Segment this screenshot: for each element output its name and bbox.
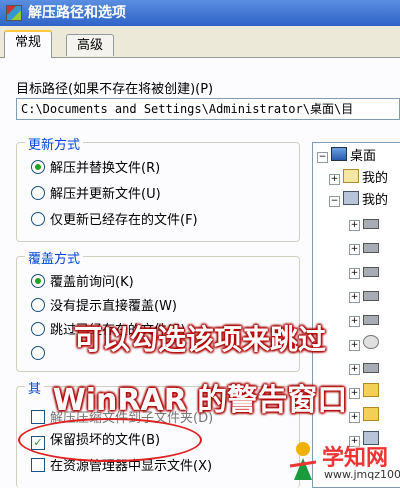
radio-update-existing[interactable]: 仅更新已经存在的文件(F) <box>31 211 198 231</box>
destination-label: 目标路径(如果不存在将被创建)(P) <box>16 82 214 97</box>
expand-icon[interactable]: + <box>349 292 360 303</box>
annotation-line-1: 可以勾选该项来跳过 <box>73 323 326 356</box>
drive-icon <box>363 363 379 373</box>
option-label: 解压并更新文件(U) <box>50 187 161 202</box>
option-label: 仅更新已经存在的文件(F) <box>50 213 198 228</box>
collapse-icon[interactable]: − <box>329 196 340 207</box>
tree-item-drive[interactable]: + <box>349 239 382 259</box>
winrar-icon <box>6 5 22 21</box>
folder-documents-icon <box>343 169 359 183</box>
update-mode-group: 更新方式 解压并替换文件(R) 解压并更新文件(U) 仅更新已经存在的文件(F) <box>16 134 300 242</box>
tree-item-drive[interactable]: + <box>349 287 382 307</box>
watermark-url: www.jmqz1000.com <box>322 468 400 481</box>
tree-label: 我的 <box>362 171 389 186</box>
destination-path-input[interactable]: C:\Documents and Settings\Administrator\… <box>16 98 400 120</box>
tree-item-desktop[interactable]: − 桌面 <box>317 147 376 167</box>
watermark-person-icon <box>289 442 317 480</box>
option-label: 覆盖前询问(K) <box>50 275 134 290</box>
radio-indicator <box>31 186 45 200</box>
desktop-icon <box>331 147 347 161</box>
radio-extract-update[interactable]: 解压并更新文件(U) <box>31 185 161 205</box>
tree-item-drive[interactable]: + <box>349 215 382 235</box>
expand-icon[interactable]: + <box>349 244 360 255</box>
tree-item-drive[interactable]: + <box>349 263 382 283</box>
tab-advanced[interactable]: 高级 <box>66 34 115 56</box>
title-bar[interactable]: 解压路径和选项 <box>0 0 400 26</box>
overwrite-mode-title: 覆盖方式 <box>25 248 84 267</box>
tab-strip: 常规 高级 <box>0 30 400 58</box>
annotation-line-2: WinRAR 的警告窗口 <box>52 383 348 418</box>
tree-item-my-computer[interactable]: − 我的 <box>329 191 388 211</box>
radio-indicator <box>31 212 45 226</box>
expand-icon[interactable]: + <box>349 268 360 279</box>
collapse-icon[interactable]: − <box>317 152 328 163</box>
tree-item-my-documents[interactable]: + 我的 <box>329 169 388 189</box>
radio-ask-before-overwrite[interactable]: 覆盖前询问(K) <box>31 273 134 293</box>
radio-indicator <box>31 274 45 288</box>
tree-label: 我的 <box>362 193 389 208</box>
option-label: 没有提示直接覆盖(W) <box>50 299 177 314</box>
drive-icon <box>363 267 379 277</box>
tree-label: 桌面 <box>350 149 377 164</box>
update-mode-title: 更新方式 <box>25 134 84 153</box>
computer-icon <box>343 191 359 205</box>
radio-indicator <box>31 298 45 312</box>
option-label: 解压并替换文件(R) <box>50 161 161 176</box>
drive-icon <box>363 219 379 229</box>
radio-overwrite-without-prompt[interactable]: 没有提示直接覆盖(W) <box>31 297 177 317</box>
drive-icon <box>363 291 379 301</box>
expand-icon[interactable]: + <box>349 364 360 375</box>
checkbox-indicator <box>31 458 45 472</box>
radio-extract-replace[interactable]: 解压并替换文件(R) <box>31 159 160 179</box>
window-title: 解压路径和选项 <box>28 5 126 21</box>
highlight-ellipse <box>18 418 202 462</box>
site-watermark: 学知网 www.jmqz1000.com <box>286 436 400 488</box>
extract-dialog: 解压路径和选项 常规 高级 目标路径(如果不存在将被创建)(P) C:\Docu… <box>0 0 400 488</box>
drive-icon <box>363 243 379 253</box>
radio-indicator <box>31 160 45 174</box>
expand-icon[interactable]: + <box>329 174 340 185</box>
expand-icon[interactable]: + <box>349 220 360 231</box>
tab-general[interactable]: 常规 <box>4 30 53 58</box>
